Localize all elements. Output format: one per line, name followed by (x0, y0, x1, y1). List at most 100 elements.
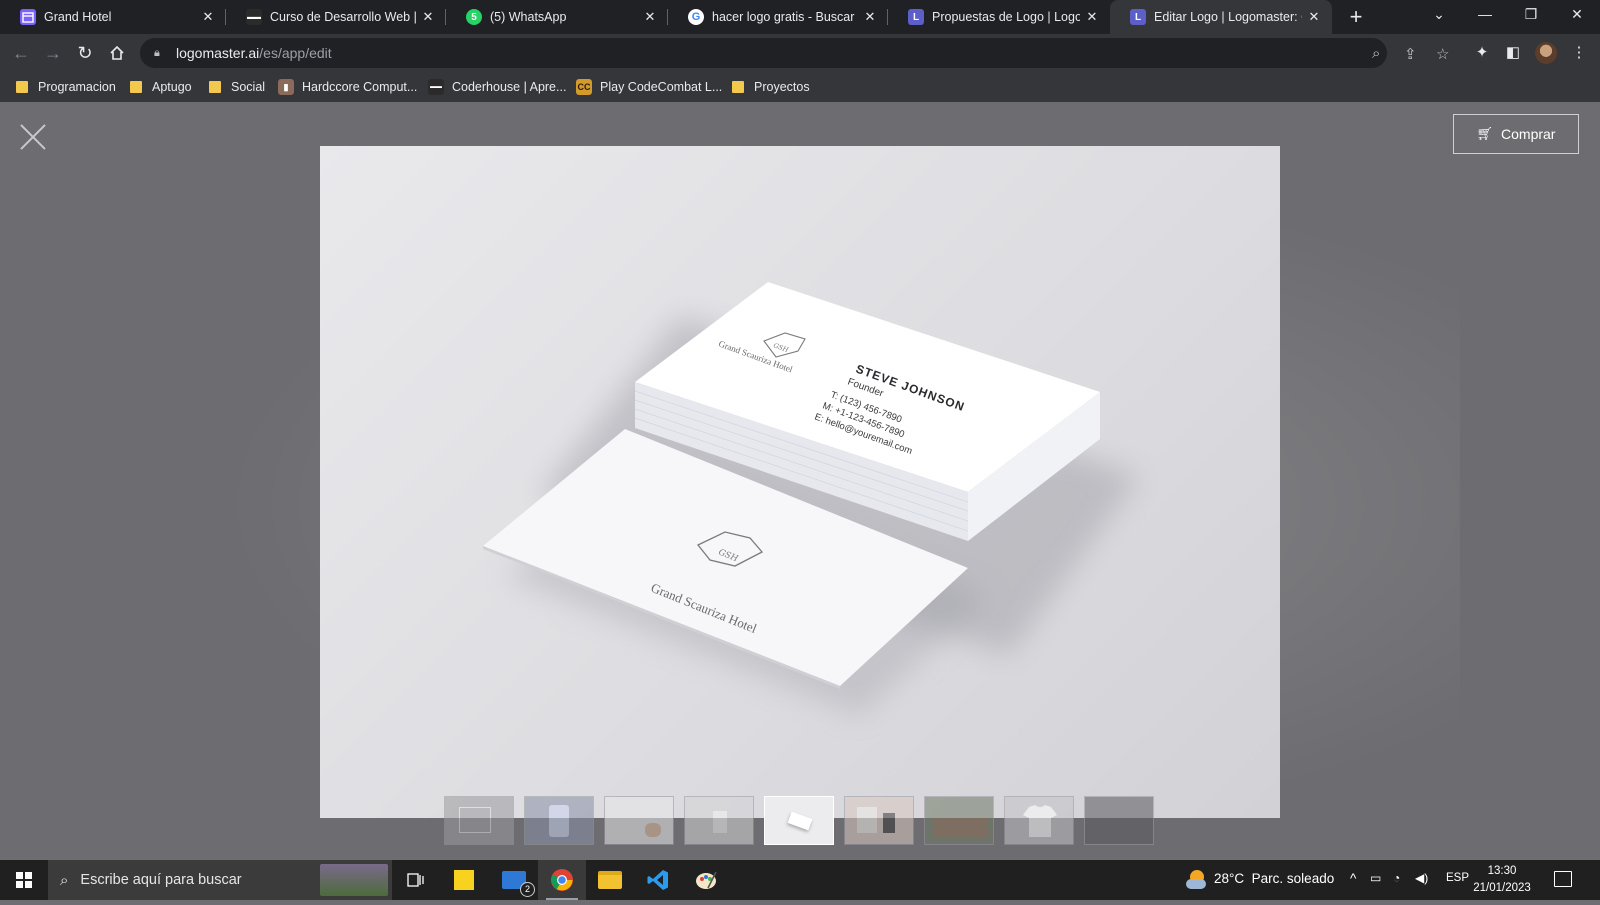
bookmark-proyectos[interactable]: Proyectos (732, 78, 810, 96)
whatsapp-icon: 5 (466, 9, 482, 25)
buy-button[interactable]: 🛒︎ Comprar (1453, 114, 1579, 154)
extensions-puzzle-icon[interactable]: ✦ (1469, 40, 1495, 66)
close-tab-icon[interactable]: ✕ (1306, 9, 1322, 25)
show-hidden-icons-chevron-icon[interactable]: ^ (1350, 871, 1356, 886)
bookmark-label: Social (231, 80, 266, 94)
tab-editar-logo[interactable]: L Editar Logo | Logomaster: On ✕ (1110, 0, 1332, 34)
tab-title: Grand Hotel (44, 10, 112, 24)
cart-icon: 🛒︎ (1476, 126, 1494, 141)
business-card-mockup: GSH Grand Scauriza Hotel GSH Grand Scaur… (483, 282, 1140, 716)
close-tab-icon[interactable]: ✕ (862, 9, 878, 25)
thumbnail-phone-in-hand[interactable] (524, 796, 594, 845)
back-button[interactable]: ← (8, 40, 34, 66)
tab-title: (5) WhatsApp (490, 10, 567, 24)
lock-icon[interactable]: 🔒︎ (154, 47, 166, 60)
thumbnail-stationery[interactable] (844, 796, 914, 845)
close-viewer-icon[interactable] (18, 122, 48, 152)
weather-icon[interactable] (1186, 870, 1208, 890)
menu-kebab-icon[interactable]: ⋮ (1566, 40, 1592, 66)
close-tab-icon[interactable]: ✕ (420, 9, 436, 25)
close-window-button[interactable]: ✕ (1554, 0, 1600, 30)
thumbnail-storefront[interactable] (924, 796, 994, 845)
tab-search-chevron-icon[interactable]: ⌄ (1416, 0, 1462, 30)
battery-icon[interactable]: ▭ (1370, 871, 1381, 885)
tab-google-search[interactable]: G hacer logo gratis - Buscar con ✕ (668, 0, 888, 34)
bookmark-aptugo[interactable]: Aptugo (130, 78, 192, 96)
folder-shape (598, 871, 622, 889)
windows-logo-icon (16, 872, 32, 888)
clock[interactable]: 13:30 21/01/2023 (1470, 863, 1534, 897)
wifi-icon[interactable]: ◔ (1393, 871, 1400, 885)
taskbar-search[interactable]: ⌕ Escribe aquí para buscar (48, 860, 392, 900)
buy-label: Comprar (1501, 126, 1556, 142)
bookmark-coderhouse[interactable]: ▬▬ Coderhouse | Apre... (428, 78, 566, 96)
tab-title: Editar Logo | Logomaster: On (1154, 10, 1302, 24)
chrome-icon[interactable] (538, 860, 586, 900)
reload-button[interactable]: ↻ (72, 40, 98, 66)
forward-button[interactable]: → (40, 40, 66, 66)
folder-icon (130, 81, 142, 93)
bookmark-codecombat[interactable]: CC Play CodeCombat L... (576, 78, 722, 96)
tab-grand-hotel[interactable]: Grand Hotel ✕ (0, 0, 226, 34)
bookmark-programacion[interactable]: Programacion (16, 78, 116, 96)
tab-propuestas-logo[interactable]: L Propuestas de Logo | Logoma ✕ (888, 0, 1110, 34)
thumbnail-bag[interactable] (684, 796, 754, 845)
share-icon[interactable]: ⇪ (1404, 45, 1417, 63)
google-icon: G (688, 9, 704, 25)
tab-curso-desarrollo-web[interactable]: ▬▬ Curso de Desarrollo Web | Pla ✕ (226, 0, 446, 34)
thumb-facade-shape (459, 807, 491, 833)
tab-whatsapp[interactable]: 5 (5) WhatsApp ✕ (446, 0, 668, 34)
side-panel-icon[interactable]: ◧ (1500, 40, 1526, 66)
thumbnail-hand-card[interactable] (604, 796, 674, 845)
sticky-notes-icon[interactable] (440, 860, 488, 900)
bookmark-label: Proyectos (754, 80, 810, 94)
tab-strip: Grand Hotel ✕ ▬▬ Curso de Desarrollo Web… (0, 0, 1600, 34)
url-path: /es/app/edit (259, 45, 332, 61)
mail-icon[interactable]: 2 (490, 860, 538, 900)
vscode-icon[interactable] (634, 860, 682, 900)
notifications-icon[interactable] (1554, 871, 1572, 887)
bookmark-hardccore[interactable]: ▮ Hardccore Comput... (278, 78, 417, 96)
thumbnail-t-shirt[interactable] (1004, 796, 1074, 845)
bookmark-label: Aptugo (152, 80, 192, 94)
bookmark-social[interactable]: Social (209, 78, 265, 96)
bookmark-label: Hardccore Comput... (302, 80, 418, 94)
sticky-note-shape (454, 870, 474, 890)
clock-date: 21/01/2023 (1473, 882, 1531, 894)
zoom-icon[interactable]: ⌕ (1372, 45, 1380, 62)
weather-text[interactable]: 28°C Parc. soleado (1214, 871, 1334, 886)
paint-icon[interactable] (682, 860, 730, 900)
home-button[interactable] (104, 40, 130, 66)
start-button[interactable] (0, 860, 48, 900)
profile-avatar[interactable] (1535, 42, 1557, 64)
thumbnail-facade[interactable] (444, 796, 514, 845)
calendar-icon (20, 9, 36, 25)
thumb-phone-shape (883, 813, 895, 833)
new-tab-button[interactable]: + (1343, 4, 1369, 30)
file-explorer-icon[interactable] (586, 860, 634, 900)
tab-title: Propuestas de Logo | Logoma (932, 10, 1080, 24)
close-tab-icon[interactable]: ✕ (200, 9, 216, 25)
minimize-button[interactable]: — (1462, 0, 1508, 30)
thumb-card-shape (787, 811, 813, 831)
language-indicator[interactable]: ESP (1446, 872, 1469, 884)
thumb-paper-shape (857, 807, 877, 833)
logomaster-icon: L (908, 9, 924, 25)
bookmark-star-icon[interactable]: ☆ (1436, 45, 1449, 63)
task-view-icon[interactable] (392, 860, 440, 900)
address-bar[interactable]: 🔒︎ logomaster.ai/es/app/edit ⌕ ⇪ ☆ (140, 38, 1449, 68)
tab-title: hacer logo gratis - Buscar con (712, 10, 858, 24)
thumb-phone-shape (549, 805, 569, 837)
t-shirt-icon (1023, 805, 1057, 837)
search-icon: ⌕ (60, 871, 69, 889)
thumbnail-business-cards[interactable] (764, 796, 834, 845)
close-tab-icon[interactable]: ✕ (1084, 9, 1100, 25)
mockup-preview: GSH Grand Scauriza Hotel GSH Grand Scaur… (320, 146, 1280, 818)
thumbnail-dark-wall[interactable] (1084, 796, 1154, 845)
url-host: logomaster.ai (176, 45, 260, 61)
close-tab-icon[interactable]: ✕ (642, 9, 658, 25)
bookmark-label: Play CodeCombat L... (600, 80, 723, 94)
mail-badge: 2 (520, 882, 535, 897)
restore-button[interactable]: ❐ (1508, 0, 1554, 30)
volume-icon[interactable]: ◀) (1415, 871, 1428, 885)
